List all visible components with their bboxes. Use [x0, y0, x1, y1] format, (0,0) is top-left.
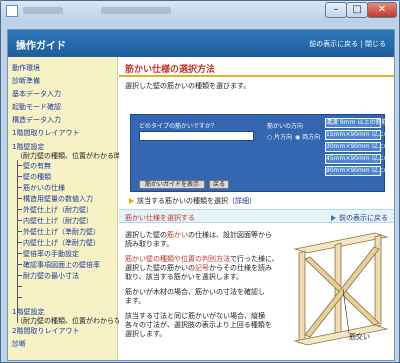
brace-type-button-5[interactable]: 90mm×90mm 以上の鉄筋: [325, 166, 394, 176]
para2-line3: 取り、該当する筋かいを選択します。: [125, 273, 244, 281]
sidebar-item-int-finish-semi[interactable]: 内壁仕上げ（準耐力壁）: [23, 238, 100, 248]
select-note: 該当する筋かいの種類を選択（詳細）: [129, 196, 256, 206]
panel-question: どのタイプの筋かいですか？: [139, 123, 217, 130]
brace-type-dropdown[interactable]: [139, 131, 254, 141]
sidebar-item-floor2-layout[interactable]: 2階間取りレイアウト: [12, 326, 79, 336]
minimize-button[interactable]: –: [325, 2, 347, 18]
radio-both-label: 両方向: [302, 134, 321, 141]
select-note-text: 該当する筋かいの種類を選択（: [137, 197, 235, 205]
radio-one-label: 片方向: [274, 134, 293, 141]
arrow-back-icon: [331, 215, 336, 221]
titlebar-blurred-text-2: [101, 7, 171, 14]
sidebar-item-ext-finish-semi[interactable]: 外壁仕上げ（準耐力壁）: [23, 227, 100, 237]
subsection-back-label: 前の表示に戻る: [339, 214, 388, 222]
para2-highlight: 記号: [195, 264, 209, 272]
para3-line2: ます。: [125, 297, 146, 305]
titlebar-blurred-text: [23, 7, 63, 14]
tree-branch: [17, 264, 22, 265]
tree-branch: [17, 242, 22, 243]
brace-selection-panel: どのタイプの筋かいですか？ 筋かいの方向 ○ 片方向 ◉ 両方向 溝渡 9mm …: [130, 114, 394, 192]
header-links: 前の表示に戻る | 閉じる: [309, 39, 386, 49]
app-icon: [6, 5, 18, 17]
tree-branch: [17, 297, 22, 298]
tree-branch: [17, 209, 22, 210]
tree-branch: [17, 187, 22, 188]
sidebar-item-operating-environment[interactable]: 動作環境: [12, 63, 40, 73]
main-content: 筋かい仕様の選択方法 選択した壁の筋かいの種類を選びます。 どのタイプの筋かいで…: [119, 57, 394, 360]
sidebar-item-min-wall-size[interactable]: 耐力壁の最小寸法: [23, 271, 79, 281]
brace-type-button-3[interactable]: 30mm×90mm 以上の鉄筋: [325, 142, 394, 152]
select-note-end: ）: [249, 197, 256, 205]
para2-text: 選択した壁の筋かいの: [125, 264, 195, 272]
sidebar-item-diagnosis[interactable]: 診断: [12, 339, 26, 349]
subsection-title: 筋かい仕様を選択する: [125, 214, 195, 222]
tree-branch: [17, 286, 22, 287]
para1-line2: 読み取ります。: [125, 240, 174, 248]
subsection-bar: 筋かい仕様を選択する 前の表示に戻る: [119, 209, 394, 223]
para2-text: からその仕様を読み: [209, 264, 272, 272]
tree-branch: [17, 165, 22, 166]
sidebar-item-drawing-wall-ratio[interactable]: 確認事項図面上の壁倍率: [23, 260, 100, 270]
sidebar-item-wall-presence[interactable]: 壁の有無: [23, 161, 51, 171]
para1-text: の仕様は、設計図面等から: [188, 231, 272, 239]
radio-one-direction[interactable]: ○ 片方向: [267, 132, 292, 141]
radio-both-directions[interactable]: ◉ 両方向: [295, 132, 320, 141]
tree-branch: [17, 198, 22, 199]
section-title: 筋かい仕様の選択方法: [125, 65, 216, 75]
sidebar-item-wall-type[interactable]: 壁の種類: [23, 172, 51, 182]
tree-branch: [17, 253, 22, 254]
brace-diagonal-2: [304, 246, 380, 338]
tree-branch: [17, 176, 22, 177]
arrow-right-icon: [129, 198, 134, 204]
details-link[interactable]: 詳細: [235, 197, 249, 205]
sidebar-item-basic-data[interactable]: 基本データ入力: [12, 89, 61, 99]
sidebar-item-int-finish-bearing[interactable]: 内壁仕上げ（耐力壁）: [23, 216, 93, 226]
sidebar-item-brace-spec[interactable]: 筋かいの仕様: [23, 183, 65, 193]
page-title: 操作ガイド: [16, 41, 66, 52]
brace-type-button-2[interactable]: 15mm×90mm 以上の鉄筋: [325, 130, 394, 140]
brace-frame-diagram: 筋交い: [293, 232, 389, 346]
sidebar-item-structure-data[interactable]: 構造データ入力: [12, 115, 61, 125]
sidebar-item-diagnosis-prep[interactable]: 診断準備: [12, 76, 40, 86]
tree-branch: [17, 275, 22, 276]
app-window: – □ ✕ 操作ガイド 前の表示に戻る | 閉じる 動作環境 診断準備 基本デー…: [0, 0, 400, 363]
panel-return-button[interactable]: 戻る: [209, 180, 229, 189]
guide-header: 操作ガイド 前の表示に戻る | 閉じる: [8, 30, 394, 57]
para2-text: で行った様に、: [230, 255, 279, 263]
sidebar-item-manual-wall-ratio[interactable]: 壁倍率の手動設定: [23, 249, 79, 259]
wall-type-link[interactable]: 筋かい壁の種類や位置の判別方法: [125, 255, 230, 263]
intro-text: 選択した壁の筋かいの種類を選びます。: [125, 82, 251, 90]
subsection-back-link[interactable]: 前の表示に戻る: [331, 213, 388, 223]
sidebar-item-wall-amount-input[interactable]: 構造用壁量の数値入力: [23, 194, 93, 204]
sidebar-item-floor1-layout[interactable]: 1階間取りレイアウト: [12, 128, 79, 138]
brace-guide-button[interactable]: 筋かいガイドを表示: [139, 180, 205, 189]
sidebar-note-known: （耐力壁の種類、位置がわかる時）: [16, 152, 128, 160]
close-link[interactable]: 閉じる: [365, 40, 386, 48]
direction-label: 筋かいの方向: [267, 123, 304, 130]
brace-type-button-1[interactable]: 溝渡 9mm 以上の鉄筋: [325, 118, 387, 128]
para3-line1: 筋かいが木材の場合、筋かいの寸法を確認し: [125, 288, 265, 296]
tree-branch: [17, 220, 22, 221]
para4-line3: 選択します。: [125, 330, 167, 338]
para1-text: 選択した壁の: [125, 231, 167, 239]
section-rule: [119, 75, 394, 77]
content-area: 操作ガイド 前の表示に戻る | 閉じる 動作環境 診断準備 基本データ入力 起動…: [7, 29, 395, 361]
close-window-button[interactable]: ✕: [367, 2, 397, 18]
maximize-button[interactable]: □: [346, 2, 368, 18]
brace-type-button-4[interactable]: 45mm×90mm 以上の鉄筋: [325, 154, 394, 164]
sidebar-item-startup-mode[interactable]: 起動モード確認: [12, 102, 61, 112]
header-separator: |: [360, 40, 363, 48]
frame-left-post: [298, 250, 306, 344]
window-titlebar[interactable]: – □ ✕: [1, 1, 399, 23]
back-link[interactable]: 前の表示に戻る: [309, 40, 358, 48]
diagram-label: 筋交い: [349, 332, 370, 341]
sidebar-nav: 動作環境 診断準備 基本データ入力 起動モード確認 構造データ入力 1階間取りレ…: [8, 57, 142, 360]
tree-branch: [17, 231, 22, 232]
sidebar-item-ext-finish-bearing[interactable]: 外壁仕上げ（耐力壁）: [23, 205, 93, 215]
para1-highlight: 筋かい: [167, 231, 188, 239]
